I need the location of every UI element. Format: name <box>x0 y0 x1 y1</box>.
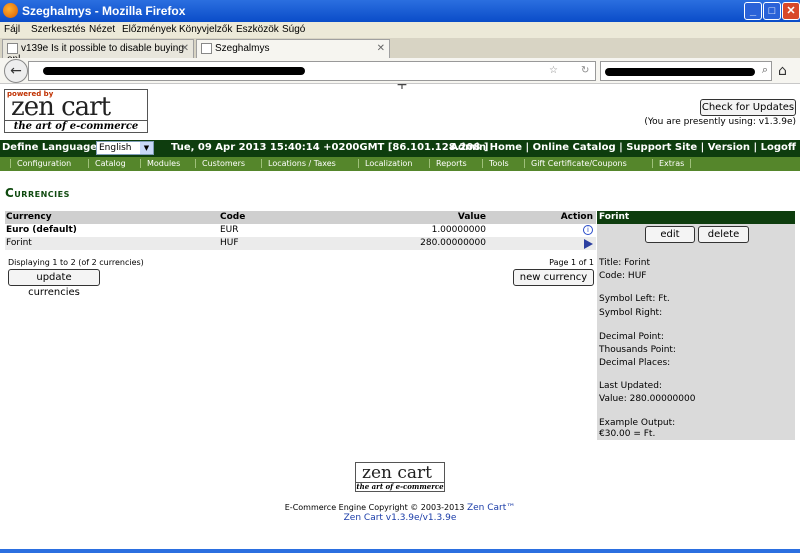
reload-icon[interactable]: ↻ <box>581 62 589 80</box>
menu-history[interactable]: Előzmények <box>122 24 176 35</box>
panel-last-updated: Last Updated: <box>599 381 662 391</box>
admin-links[interactable]: Admin Home | Online Catalog | Support Si… <box>450 142 796 153</box>
selected-arrow-icon <box>584 239 593 252</box>
menu-view[interactable]: Nézet <box>89 24 115 35</box>
chevron-down-icon: ▼ <box>140 142 153 154</box>
panel-value: Value: 280.00000000 <box>599 394 696 404</box>
displaying-count: Displaying 1 to 2 (of 2 currencies) <box>8 258 144 267</box>
currencies-table: Currency Code Value Action Euro (default… <box>5 211 596 250</box>
footer-logo[interactable]: zen cart the art of e-commerce <box>355 462 445 492</box>
panel-example-label: Example Output: <box>599 418 676 428</box>
logo-text: zen cart <box>11 92 111 122</box>
bookmark-star-icon[interactable]: ☆ <box>549 62 558 80</box>
admin-nav: Configuration Catalog Modules Customers … <box>0 157 800 171</box>
cell-value: 1.00000000 <box>431 225 486 235</box>
nav-tools[interactable]: Tools <box>482 159 509 168</box>
tab-label: Szeghalmys <box>215 43 270 55</box>
nav-extras[interactable]: Extras <box>652 159 692 168</box>
firefox-icon <box>3 3 18 18</box>
check-updates-button[interactable]: Check for Updates <box>700 99 796 116</box>
taskbar-edge <box>0 549 800 553</box>
table-row[interactable]: Forint HUF 280.00000000 <box>5 237 596 250</box>
define-language-label: Define Language: <box>2 142 102 153</box>
cell-code: EUR <box>220 225 239 235</box>
table-header: Currency Code Value Action <box>5 211 596 224</box>
info-icon[interactable]: i <box>583 225 593 235</box>
nav-catalog[interactable]: Catalog <box>88 159 126 168</box>
footer-version-link[interactable]: Zen Cart v1.3.9e/v1.3.9e <box>0 513 800 523</box>
close-window-button[interactable]: ✕ <box>782 2 800 20</box>
menu-file[interactable]: Fájl <box>4 24 20 35</box>
copyright-text: E-Commerce Engine Copyright © 2003-2013 <box>284 503 465 512</box>
menu-edit[interactable]: Szerkesztés <box>31 24 85 35</box>
panel-thousands-point: Thousands Point: <box>599 345 676 355</box>
menu-tools[interactable]: Eszközök <box>236 24 279 35</box>
zencart-link[interactable]: Zen Cart™ <box>467 503 515 513</box>
delete-button[interactable]: delete <box>698 226 749 243</box>
nav-localization[interactable]: Localization <box>358 159 412 168</box>
window-title: Szeghalmys - Mozilla Firefox <box>22 4 186 18</box>
page-info: Page 1 of 1 <box>549 258 594 267</box>
redacted-search <box>605 68 755 76</box>
menubar: Fájl Szerkesztés Nézet Előzmények Könyvj… <box>0 22 800 38</box>
tab-forum[interactable]: v139e Is it possible to disable buying o… <box>2 39 194 65</box>
col-action: Action <box>560 212 593 222</box>
page-icon <box>201 43 212 54</box>
admin-bar: Define Language: English ▼ Tue, 09 Apr 2… <box>0 140 800 157</box>
zencart-logo[interactable]: powered by zen cart the art of e-commerc… <box>4 89 148 133</box>
cell-code: HUF <box>220 238 239 248</box>
cell-value: 280.00000000 <box>420 238 486 248</box>
search-icon[interactable]: ⌕ <box>762 63 768 77</box>
col-code: Code <box>220 212 246 222</box>
cell-currency: Euro (default) <box>6 225 77 235</box>
nav-configuration[interactable]: Configuration <box>10 159 71 168</box>
page-icon <box>7 43 18 54</box>
nav-gift-certificates[interactable]: Gift Certificate/Coupons <box>524 159 627 168</box>
panel-decimal-places: Decimal Places: <box>599 358 671 368</box>
tab-bar: v139e Is it possible to disable buying o… <box>0 38 800 93</box>
datetime-text: Tue, 09 Apr 2013 15:40:14 +0200GMT [86.1… <box>171 142 489 153</box>
url-bar[interactable]: ☆ ↻ <box>28 61 596 81</box>
window-titlebar: Szeghalmys - Mozilla Firefox _ □ ✕ <box>0 0 800 22</box>
navigation-toolbar: ← ☆ ↻ ⌕ ⌂ <box>0 58 800 84</box>
close-tab-icon[interactable]: ✕ <box>181 43 189 54</box>
col-currency: Currency <box>6 212 52 222</box>
new-currency-button[interactable]: new currency <box>513 269 594 286</box>
tab-szeghalmys[interactable]: Szeghalmys ✕ <box>196 39 390 58</box>
search-input[interactable]: ⌕ <box>600 61 772 81</box>
close-tab-icon[interactable]: ✕ <box>377 43 385 54</box>
panel-symbol-right: Symbol Right: <box>599 308 663 318</box>
panel-code: Code: HUF <box>599 271 647 281</box>
panel-heading: Forint <box>597 211 795 224</box>
logo-tagline: the art of e-commerce <box>5 120 147 132</box>
menu-help[interactable]: Súgó <box>282 24 305 35</box>
maximize-button[interactable]: □ <box>763 2 781 20</box>
panel-symbol-left: Symbol Left: Ft. <box>599 294 670 304</box>
redacted-url <box>43 67 305 75</box>
nav-reports[interactable]: Reports <box>429 159 467 168</box>
copyright: E-Commerce Engine Copyright © 2003-2013 … <box>0 503 800 513</box>
home-icon[interactable]: ⌂ <box>778 63 787 79</box>
edit-button[interactable]: edit <box>645 226 695 243</box>
minimize-button[interactable]: _ <box>744 2 762 20</box>
footer-logo-tagline: the art of e-commerce <box>356 482 444 491</box>
panel-decimal-point: Decimal Point: <box>599 332 664 342</box>
page-title: Currencies <box>5 186 70 200</box>
update-currencies-button[interactable]: update currencies <box>8 269 100 298</box>
menu-bookmarks[interactable]: Könyvjelzők <box>179 24 232 35</box>
language-value: English <box>99 143 132 153</box>
table-row[interactable]: Euro (default) EUR 1.00000000 i <box>5 224 596 237</box>
nav-locations-taxes[interactable]: Locations / Taxes <box>261 159 336 168</box>
version-note: (You are presently using: v1.3.9e) <box>644 117 796 127</box>
footer-logo-text: zen cart <box>362 463 432 483</box>
nav-customers[interactable]: Customers <box>195 159 245 168</box>
col-value: Value <box>457 212 486 222</box>
nav-modules[interactable]: Modules <box>140 159 180 168</box>
panel-title: Title: Forint <box>599 258 650 268</box>
cell-currency: Forint <box>6 238 32 248</box>
panel-example-value: €30.00 = Ft. <box>599 429 656 439</box>
back-button[interactable]: ← <box>4 59 28 83</box>
language-select[interactable]: English ▼ <box>96 141 154 155</box>
